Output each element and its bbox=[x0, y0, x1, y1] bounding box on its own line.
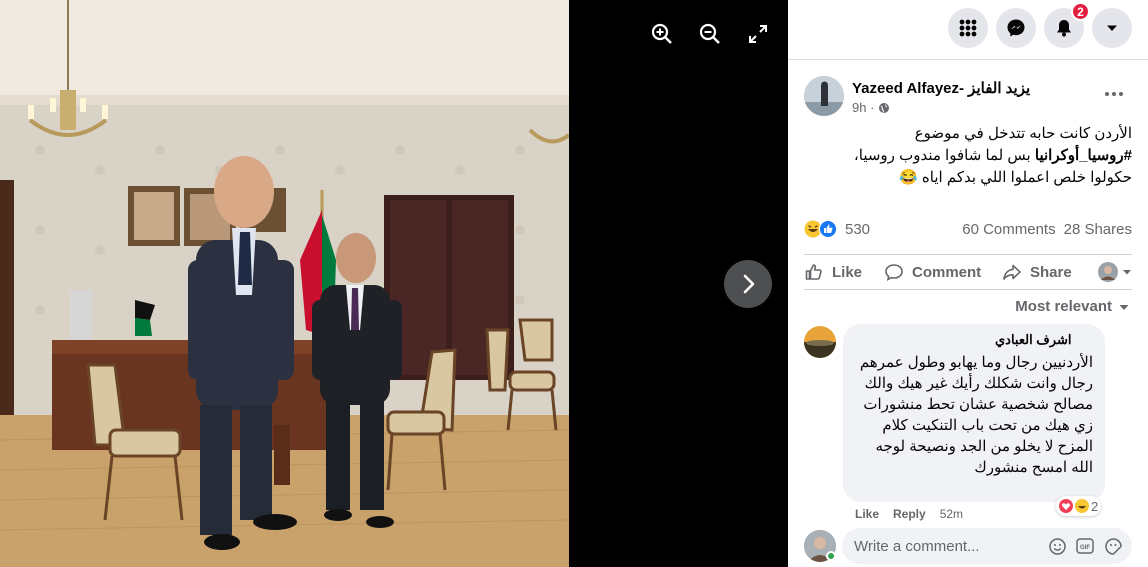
post-meta: 9h · bbox=[852, 100, 890, 115]
user-avatar-small bbox=[1098, 262, 1118, 282]
messenger-button[interactable] bbox=[996, 8, 1036, 48]
react-as-selector[interactable] bbox=[1098, 255, 1132, 289]
top-navigation: 2 bbox=[788, 0, 1148, 60]
comment-timestamp[interactable]: 52m bbox=[940, 507, 963, 521]
comment-bubble-icon bbox=[885, 264, 903, 282]
post-author-name[interactable]: Yazeed Alfayez- يزيد الفايز bbox=[852, 79, 1030, 97]
account-menu-button[interactable] bbox=[1092, 8, 1132, 48]
post-text-line-1: الأردن كانت حابه تتدخل في موضوع bbox=[914, 125, 1132, 142]
commenter-avatar[interactable] bbox=[804, 326, 836, 358]
chevron-right-icon bbox=[743, 274, 755, 294]
comment-text: الأردنيين رجال وما يهابو وطول عمرهم رجال… bbox=[859, 354, 1093, 476]
post-time[interactable]: 9h · bbox=[852, 100, 874, 115]
post-options-button[interactable] bbox=[1100, 84, 1128, 104]
author-avatar[interactable] bbox=[804, 76, 844, 116]
notifications-badge: 2 bbox=[1071, 2, 1090, 21]
reactions-count[interactable]: 530 bbox=[845, 221, 870, 238]
comment-author[interactable]: اشرف العبادي bbox=[995, 332, 1093, 348]
messenger-icon bbox=[1007, 19, 1025, 37]
caret-down-icon bbox=[1123, 270, 1131, 275]
like-button[interactable]: Like bbox=[804, 255, 884, 289]
gif-icon[interactable]: GIF bbox=[1076, 537, 1094, 555]
more-dots-icon bbox=[1105, 92, 1123, 96]
comment-bubble: اشرف العبادي الأردنيين رجال وما يهابو وط… bbox=[843, 324, 1105, 502]
comment-like-link[interactable]: Like bbox=[855, 507, 879, 521]
next-photo-button[interactable] bbox=[724, 260, 772, 308]
post-text-line-2: #روسيا_أوكرانيا بس لما شافوا مندوب روسيا… bbox=[853, 147, 1132, 164]
sticker-icon[interactable] bbox=[1104, 537, 1122, 555]
reaction-icons[interactable] bbox=[804, 220, 837, 238]
laughing-emoji: 😂 bbox=[899, 169, 918, 186]
thumbs-up-icon bbox=[805, 264, 822, 280]
post-text: الأردن كانت حابه تتدخل في موضوع #روسيا_أ… bbox=[802, 123, 1132, 189]
haha-icon bbox=[1075, 499, 1089, 513]
comments-count[interactable]: 60 Comments bbox=[962, 221, 1055, 238]
grid-menu-icon bbox=[959, 19, 977, 37]
hashtag-link[interactable]: #روسيا_أوكرانيا bbox=[1035, 147, 1132, 164]
emoji-icon[interactable] bbox=[1048, 537, 1066, 555]
bell-icon bbox=[1057, 20, 1071, 37]
comment-actions: Like Reply 52m bbox=[855, 507, 963, 521]
photo-viewer: 2 Yazeed Alfayez- يزيد الفايز 9h · الأرد… bbox=[0, 0, 1148, 567]
comment-reply-link[interactable]: Reply bbox=[893, 507, 926, 521]
notifications-button[interactable]: 2 bbox=[1044, 2, 1090, 48]
love-icon bbox=[1059, 499, 1073, 513]
composer-tools: GIF bbox=[1048, 537, 1122, 555]
comment-composer: GIF bbox=[842, 528, 1132, 564]
reactions-summary: 530 60 Comments 28 Shares bbox=[804, 218, 1132, 240]
comment-button[interactable]: Comment bbox=[884, 255, 1002, 289]
caret-down-icon bbox=[1107, 25, 1117, 31]
comment-reactions[interactable]: 2 bbox=[1056, 496, 1102, 516]
post-actions: Like Comment Share bbox=[804, 254, 1132, 290]
post-panel: 2 Yazeed Alfayez- يزيد الفايز 9h · الأرد… bbox=[788, 0, 1148, 567]
comment-input[interactable] bbox=[854, 537, 1044, 555]
globe-icon bbox=[879, 102, 890, 113]
caret-down-icon bbox=[1119, 304, 1129, 310]
share-arrow-icon bbox=[1003, 264, 1021, 280]
zoom-out-icon[interactable] bbox=[698, 22, 722, 46]
fullscreen-icon[interactable] bbox=[746, 22, 770, 46]
share-button[interactable]: Share bbox=[1002, 255, 1097, 289]
comment-sort-dropdown[interactable]: Most relevant bbox=[1015, 298, 1130, 315]
like-icon bbox=[819, 220, 837, 238]
post-photo[interactable] bbox=[0, 0, 569, 567]
post-text-line-3: حكولوا خلص اعملوا اللي بدكم اياه 😂 bbox=[899, 169, 1132, 186]
menu-button[interactable] bbox=[948, 8, 988, 48]
post-stats: 60 Comments 28 Shares bbox=[962, 221, 1132, 238]
photo-illustration bbox=[0, 0, 569, 567]
zoom-in-icon[interactable] bbox=[650, 22, 674, 46]
shares-count[interactable]: 28 Shares bbox=[1064, 221, 1132, 238]
svg-text:GIF: GIF bbox=[1080, 545, 1090, 551]
online-status-indicator bbox=[826, 551, 836, 561]
